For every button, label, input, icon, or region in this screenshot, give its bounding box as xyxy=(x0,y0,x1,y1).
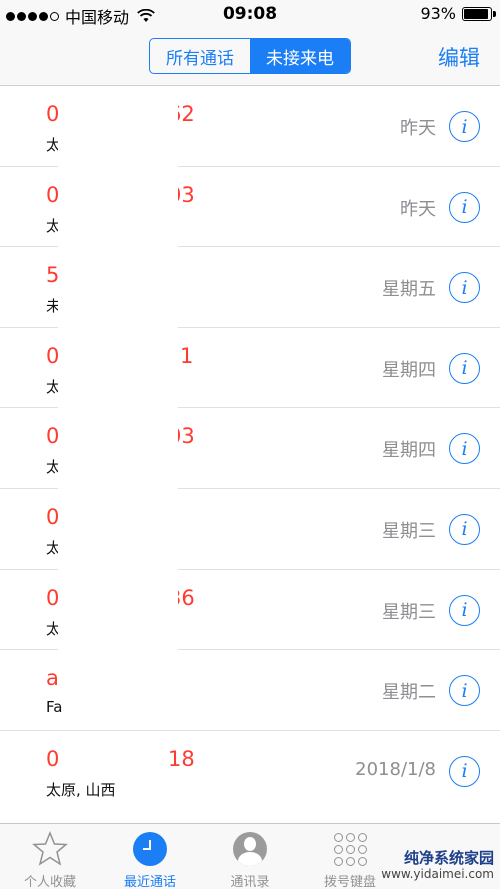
clock-icon xyxy=(100,830,200,868)
caller-number: a xyxy=(46,666,59,691)
battery-icon xyxy=(462,6,496,21)
signal-strength-icon xyxy=(6,11,59,21)
status-bar: 中国移动 09:08 93% xyxy=(0,0,500,28)
caller-number: 0 xyxy=(46,746,60,771)
info-icon[interactable]: i xyxy=(449,513,480,545)
tab-bar: 个人收藏 最近通话 通讯录 拨号键盘 纯净系统家园 www.yidaimei.c… xyxy=(0,823,500,889)
segment-all-calls[interactable]: 所有通话 xyxy=(150,39,250,73)
redaction-mask xyxy=(58,86,178,652)
tab-label: 最近通话 xyxy=(123,875,176,889)
watermark-title: 纯净系统家园 xyxy=(403,848,494,867)
status-left: 中国移动 xyxy=(6,4,155,28)
call-time: 星期五 xyxy=(382,279,436,301)
caller-location: 太原, 山西 xyxy=(46,780,116,799)
status-right: 93% xyxy=(420,4,496,23)
info-icon[interactable]: i xyxy=(449,675,480,707)
call-row[interactable]: a Fa 星期二 i xyxy=(0,650,500,731)
star-icon xyxy=(0,830,100,868)
nav-bar: 所有通话 未接来电 编辑 xyxy=(0,28,500,86)
call-row[interactable]: 0 太原, 山西 2018/1/8 i 18 xyxy=(0,731,500,812)
caller-number-tail: 1 xyxy=(180,343,194,368)
info-icon[interactable]: i xyxy=(449,191,480,223)
caller-number-tail: 18 xyxy=(168,746,195,771)
info-icon[interactable]: i xyxy=(449,352,480,384)
call-time: 星期四 xyxy=(382,440,436,462)
info-icon[interactable]: i xyxy=(449,433,480,465)
call-filter-segmented-control: 所有通话 未接来电 xyxy=(149,38,351,74)
edit-button[interactable]: 编辑 xyxy=(438,42,480,72)
watermark: 纯净系统家园 www.yidaimei.com xyxy=(381,849,494,881)
wifi-icon xyxy=(137,9,155,22)
call-time: 昨天 xyxy=(400,198,436,220)
battery-fill xyxy=(464,8,489,19)
caller-location: Fa xyxy=(46,698,63,717)
info-icon[interactable]: i xyxy=(449,594,480,626)
battery-percent: 93% xyxy=(420,4,456,23)
call-time: 昨天 xyxy=(400,118,436,139)
tab-label: 个人收藏 xyxy=(23,875,76,889)
tab-recents[interactable]: 最近通话 xyxy=(100,830,200,889)
tab-favorites[interactable]: 个人收藏 xyxy=(0,830,100,889)
contact-icon xyxy=(200,830,300,868)
carrier-name: 中国移动 xyxy=(65,8,130,27)
call-time: 星期三 xyxy=(382,601,436,623)
call-time: 星期二 xyxy=(382,682,436,704)
segment-missed-calls[interactable]: 未接来电 xyxy=(250,39,350,73)
info-icon[interactable]: i xyxy=(449,111,480,142)
tab-contacts[interactable]: 通讯录 xyxy=(200,830,300,889)
call-time: 星期三 xyxy=(382,520,436,542)
watermark-url: www.yidaimei.com xyxy=(381,866,494,881)
call-time: 星期四 xyxy=(382,359,436,381)
call-time: 2018/1/8 xyxy=(355,758,436,780)
info-icon[interactable]: i xyxy=(449,272,480,304)
tab-label: 通讯录 xyxy=(230,875,270,889)
info-icon[interactable]: i xyxy=(449,755,480,787)
